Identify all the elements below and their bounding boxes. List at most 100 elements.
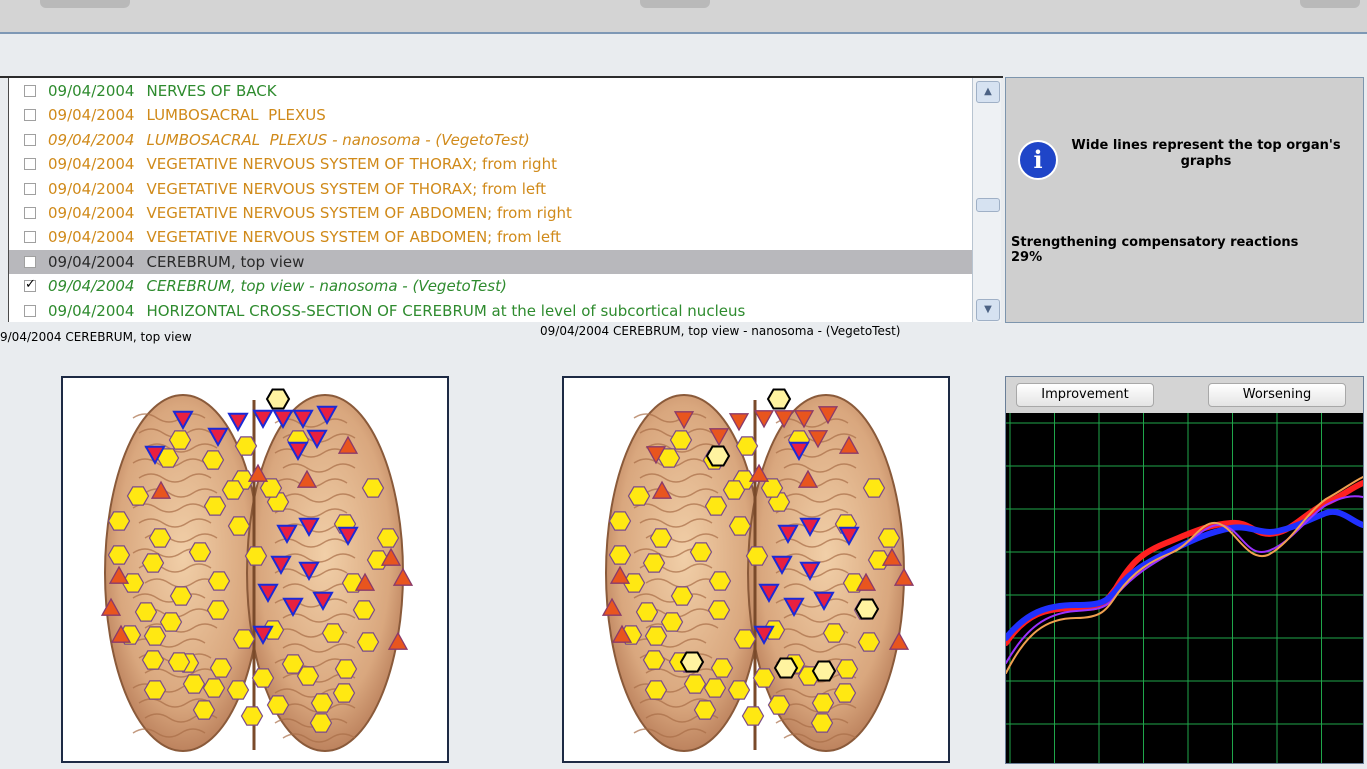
hexagon-marker[interactable] xyxy=(766,388,792,410)
hexagon-marker[interactable] xyxy=(693,700,717,720)
hexagon-marker[interactable] xyxy=(143,626,167,646)
list-item[interactable]: 09/04/2004 VEGETATIVE NERVOUS SYSTEM OF A… xyxy=(9,201,973,225)
hexagon-marker[interactable] xyxy=(669,430,693,450)
hexagon-marker[interactable] xyxy=(334,659,358,679)
item-checkbox[interactable] xyxy=(24,133,36,146)
hexagon-marker[interactable] xyxy=(141,650,165,670)
triangle-marker[interactable] xyxy=(252,409,274,430)
brain-image-panel-left[interactable] xyxy=(61,376,449,763)
list-item[interactable]: 09/04/2004 VEGETATIVE NERVOUS SYSTEM OF T… xyxy=(9,152,973,176)
item-checkbox[interactable] xyxy=(24,207,36,219)
hexagon-marker[interactable] xyxy=(670,586,694,606)
hexagon-marker-highlight[interactable] xyxy=(854,598,880,620)
organ-list-scrollbar[interactable]: ▲ ▼ xyxy=(972,78,1001,322)
brain-diagram-left[interactable] xyxy=(63,378,447,761)
hexagon-marker[interactable] xyxy=(159,612,183,632)
hexagon-marker[interactable] xyxy=(244,546,268,566)
hexagon-marker[interactable] xyxy=(167,652,191,672)
list-item[interactable]: 09/04/2004 HORIZONTAL CROSS-SECTION OF CE… xyxy=(9,299,973,322)
worsening-button[interactable]: Worsening xyxy=(1208,383,1346,407)
list-item[interactable]: 09/04/2004 CEREBRUM, top view xyxy=(9,249,973,274)
item-checkbox[interactable] xyxy=(24,231,36,244)
hexagon-marker[interactable] xyxy=(148,528,172,548)
item-checkbox[interactable] xyxy=(24,255,36,268)
scroll-down-button[interactable]: ▼ xyxy=(976,299,1000,321)
hexagon-marker[interactable] xyxy=(710,658,734,678)
hexagon-marker[interactable] xyxy=(727,680,751,700)
hexagon-marker[interactable] xyxy=(835,659,859,679)
hexagon-marker[interactable] xyxy=(703,678,727,698)
hexagon-marker[interactable] xyxy=(265,388,291,410)
hexagon-marker[interactable] xyxy=(862,478,886,498)
hexagon-marker[interactable] xyxy=(206,600,230,620)
hexagon-marker[interactable] xyxy=(361,478,385,498)
hexagon-marker[interactable] xyxy=(234,436,258,456)
hexagon-marker[interactable] xyxy=(733,629,757,649)
list-item[interactable]: 09/04/2004 CEREBRUM, top view - nanosoma … xyxy=(9,274,973,298)
hexagon-marker[interactable] xyxy=(209,658,233,678)
triangle-marker[interactable] xyxy=(728,413,750,432)
hexagon-marker[interactable] xyxy=(266,695,290,715)
brain-image-panel-right[interactable] xyxy=(562,376,950,763)
hexagon-marker[interactable] xyxy=(635,602,659,622)
hexagon-marker[interactable] xyxy=(356,632,380,652)
list-item[interactable]: 09/04/2004 LUMBOSACRAL PLEXUS xyxy=(9,103,973,127)
hexagon-marker[interactable] xyxy=(810,713,834,733)
hexagon-marker[interactable] xyxy=(728,516,752,536)
hexagon-marker[interactable] xyxy=(741,706,765,726)
item-checkbox[interactable] xyxy=(24,304,36,317)
hexagon-marker[interactable] xyxy=(143,680,167,700)
hexagon-marker[interactable] xyxy=(321,623,345,643)
hexagon-marker[interactable] xyxy=(201,450,225,470)
hexagon-marker[interactable] xyxy=(141,553,165,573)
hexagon-marker[interactable] xyxy=(126,486,150,506)
hexagon-marker[interactable] xyxy=(707,600,731,620)
hexagon-marker[interactable] xyxy=(107,545,131,565)
hexagon-marker[interactable] xyxy=(188,542,212,562)
hexagon-marker[interactable] xyxy=(767,695,791,715)
hexagon-marker-highlight[interactable] xyxy=(773,657,799,679)
hexagon-marker[interactable] xyxy=(202,678,226,698)
hexagon-marker[interactable] xyxy=(168,430,192,450)
hexagon-marker[interactable] xyxy=(227,516,251,536)
hexagon-marker[interactable] xyxy=(309,713,333,733)
scroll-thumb[interactable] xyxy=(976,198,1000,212)
hexagon-marker[interactable] xyxy=(822,623,846,643)
item-checkbox[interactable] xyxy=(24,85,36,97)
item-checkbox[interactable] xyxy=(24,109,36,122)
hexagon-marker[interactable] xyxy=(752,668,776,688)
organ-list[interactable]: 09/04/2004 NERVES OF BACK 09/04/2004 LUMBOS… xyxy=(8,78,973,322)
item-checkbox[interactable] xyxy=(24,182,36,195)
hexagon-marker[interactable] xyxy=(722,480,746,500)
hexagon-marker[interactable] xyxy=(689,542,713,562)
triangle-marker[interactable] xyxy=(227,412,249,433)
hexagon-marker[interactable] xyxy=(642,553,666,573)
brain-diagram-right[interactable] xyxy=(564,378,948,761)
scroll-up-button[interactable]: ▲ xyxy=(976,81,1000,103)
hexagon-marker[interactable] xyxy=(107,511,131,531)
hexagon-marker[interactable] xyxy=(251,668,275,688)
hexagon-marker[interactable] xyxy=(683,674,707,694)
hexagon-marker[interactable] xyxy=(221,480,245,500)
hexagon-marker-highlight[interactable] xyxy=(811,660,837,682)
hexagon-marker[interactable] xyxy=(608,511,632,531)
list-item[interactable]: 09/04/2004 VEGETATIVE NERVOUS SYSTEM OF A… xyxy=(9,225,973,249)
hexagon-marker[interactable] xyxy=(857,632,881,652)
hexagon-marker[interactable] xyxy=(649,528,673,548)
hexagon-marker[interactable] xyxy=(644,626,668,646)
list-item[interactable]: 09/04/2004 NERVES OF BACK xyxy=(9,79,973,103)
hexagon-marker[interactable] xyxy=(169,586,193,606)
hexagon-marker[interactable] xyxy=(811,693,835,713)
hexagon-marker[interactable] xyxy=(745,546,769,566)
hexagon-marker[interactable] xyxy=(608,545,632,565)
hexagon-marker[interactable] xyxy=(203,496,227,516)
hexagon-marker-highlight[interactable] xyxy=(679,651,705,673)
hexagon-marker[interactable] xyxy=(332,683,356,703)
hexagon-marker[interactable] xyxy=(644,680,668,700)
item-checkbox[interactable] xyxy=(24,158,36,171)
hexagon-marker[interactable] xyxy=(877,528,901,548)
hexagon-marker[interactable] xyxy=(833,683,857,703)
hexagon-marker[interactable] xyxy=(660,612,684,632)
improvement-button[interactable]: Improvement xyxy=(1016,383,1154,407)
list-item[interactable]: 09/04/2004 LUMBOSACRAL PLEXUS - nanosoma … xyxy=(9,128,973,152)
